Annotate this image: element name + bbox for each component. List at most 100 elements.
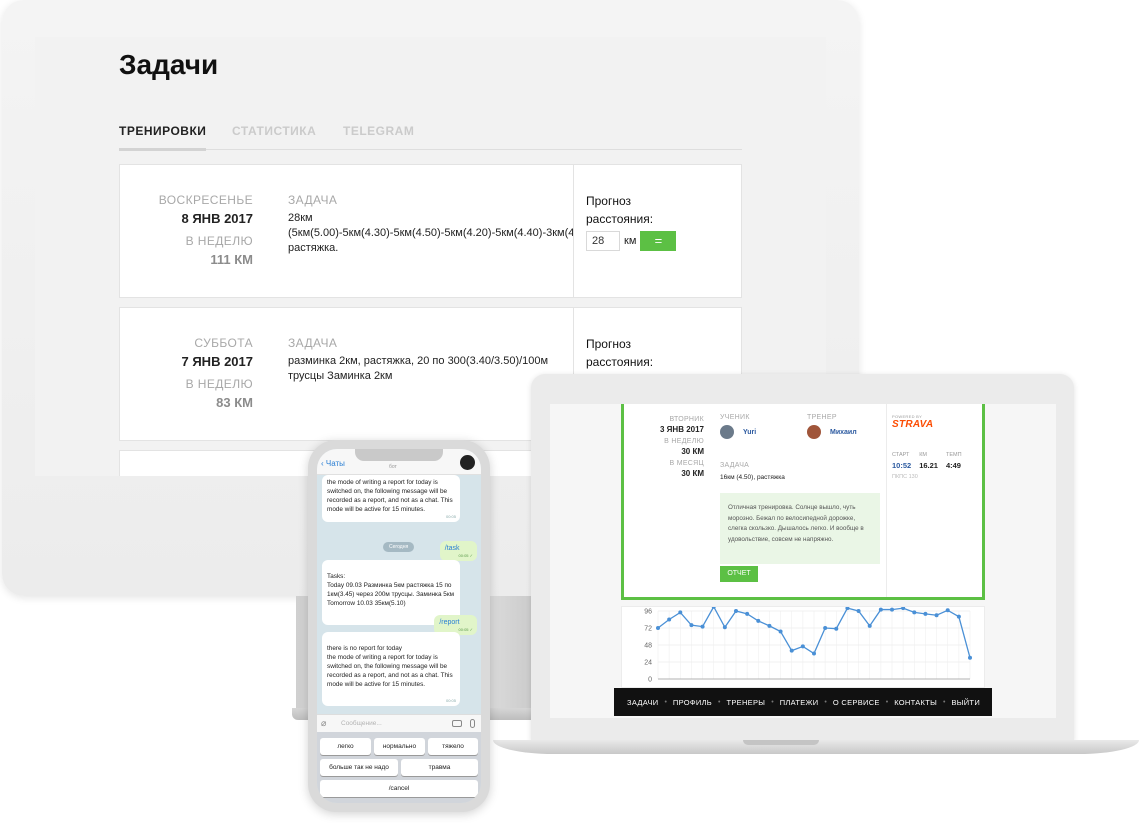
stat-label: КМ [919,452,927,458]
bot-key-no-more[interactable]: больше так не надо [320,759,398,776]
bot-key-injury[interactable]: травма [401,759,478,776]
tab-telegram[interactable]: TELEGRAM [343,124,414,138]
day-of-week: ВТОРНИК [669,416,704,423]
message-text: the mode of writing a report for today i… [327,479,453,513]
data-point[interactable] [789,648,794,653]
stat-value: 16.21 [919,461,938,470]
student-profile[interactable]: Yuri [720,425,756,439]
laptop-notch [743,740,819,745]
data-point[interactable] [678,610,683,615]
data-point[interactable] [956,614,961,619]
chat-message-outgoing: /task 00:05 ✓ [439,541,477,561]
coach-profile[interactable]: Михаил [807,425,857,439]
task-text: 16км (4.50), растяжка [720,474,785,481]
card-divider [573,165,574,297]
data-point[interactable] [745,611,750,616]
data-point[interactable] [890,607,894,612]
forecast-unit: км [624,235,637,247]
nav-separator: • [885,698,889,706]
data-point[interactable] [923,611,928,616]
task-text: 28км (5км(5.00)-5км(4.30)-5км(4.50)-5км(… [288,212,574,254]
data-point[interactable] [667,617,672,622]
data-point[interactable] [812,651,816,656]
y-tick-label: 96 [644,609,652,616]
nav-item[interactable]: О СЕРВИСЕ [833,698,880,707]
tab-trainings[interactable]: ТРЕНИРОВКИ [119,124,207,151]
message-input-bar: ⌀ Сообщение... [317,714,481,732]
pace-note: ПКПС 130 [892,474,918,480]
data-point[interactable] [856,609,861,613]
forecast-label: Прогноз расстояния: [586,194,654,226]
message-input[interactable]: Сообщение... [341,720,382,727]
data-point[interactable] [800,644,805,649]
phone-screen: ‹ Чаты бот the mode of writing a report … [317,449,481,803]
data-point[interactable] [823,626,828,630]
nav-separator: • [664,698,667,706]
nav-item[interactable]: КОНТАКТЫ [894,698,937,707]
data-point[interactable] [934,613,939,618]
workout-date: 7 ЯНВ 2017 [181,354,254,369]
message-text: there is no report for today the mode of… [327,645,453,688]
week-km: 83 КМ [216,395,253,410]
bot-key-cancel[interactable]: /cancel [320,780,478,797]
data-point[interactable] [968,655,972,660]
data-point[interactable] [734,609,738,613]
data-point[interactable] [656,626,660,630]
bot-key-hard[interactable]: тяжело [428,738,478,755]
nav-item[interactable]: ВЫЙТИ [952,698,981,707]
data-point[interactable] [767,623,772,628]
tab-statistics[interactable]: СТАТИСТИКА [232,124,316,138]
command-link[interactable]: /report [439,619,459,626]
avatar[interactable] [460,455,475,470]
data-point[interactable] [689,623,694,628]
data-point[interactable] [901,606,906,611]
student-name[interactable]: Yuri [743,429,756,436]
nav-item[interactable]: ЗАДАЧИ [627,698,658,707]
nav-separator: • [824,698,827,706]
nav-item[interactable]: ПРОФИЛЬ [673,698,712,707]
device-mockup-stage: Задачи ТРЕНИРОВКИ СТАТИСТИКА TELEGRAM ВО… [0,0,1142,823]
data-point[interactable] [722,625,727,630]
task-header: ЗАДАЧА [288,336,338,350]
data-point[interactable] [834,626,839,631]
data-point[interactable] [778,629,783,634]
message-time: 00:05 ✓ [458,627,473,632]
data-point[interactable] [945,608,950,613]
forecast-distance-input[interactable] [586,231,620,251]
data-point[interactable] [700,624,705,629]
keyboard-icon[interactable] [452,720,462,727]
stat-value: 10:52 [892,461,912,470]
report-button[interactable]: ОТЧЕТ [720,566,758,582]
day-of-week: СУББОТА [194,336,253,350]
y-tick-label: 0 [648,677,652,684]
forecast-submit-button[interactable]: = [640,231,677,251]
nav-item[interactable]: ТРЕНЕРЫ [726,698,765,707]
data-point[interactable] [756,618,761,623]
data-point[interactable] [912,610,917,615]
nav-separator: • [943,698,946,706]
data-point[interactable] [878,607,883,612]
bot-key-normal[interactable]: нормально [374,738,425,755]
attach-icon[interactable]: ⌀ [321,718,326,729]
command-link[interactable]: /task [445,545,460,552]
coach-block: ТРЕНЕР Михаил [807,414,857,439]
avatar [720,425,734,439]
distance-line-chart: 0 24 48 72 96 [621,604,985,688]
y-tick-label: 72 [644,626,652,633]
bottom-nav-bar: ЗАДАЧИ • ПРОФИЛЬ • ТРЕНЕРЫ • ПЛАТЕЖИ • О СЕРВИСЕ… [614,688,992,716]
coach-name[interactable]: Михаил [830,429,857,436]
month-label: В МЕСЯЦ [669,460,704,467]
forecast-row: км = [586,231,686,251]
nav-item[interactable]: ПЛАТЕЖИ [780,698,819,707]
day-of-week: ВОСКРЕСЕНЬЕ [158,193,253,207]
chat-message-incoming: there is no report for today the mode of… [322,632,460,706]
microphone-icon[interactable] [470,719,475,728]
week-km: 30 КМ [681,447,704,456]
week-label: В НЕДЕЛЮ [664,438,704,445]
back-button[interactable]: ‹ Чаты [321,459,345,468]
selected-workout-card: ВТОРНИК 3 ЯНВ 2017 В НЕДЕЛЮ 30 КМ В МЕСЯ… [621,404,985,600]
strava-logo[interactable]: STRAVA [892,419,933,430]
stat-pace: ТЕМП 4:49 [946,452,962,470]
bot-key-easy[interactable]: легко [320,738,371,755]
data-point[interactable] [867,623,872,628]
